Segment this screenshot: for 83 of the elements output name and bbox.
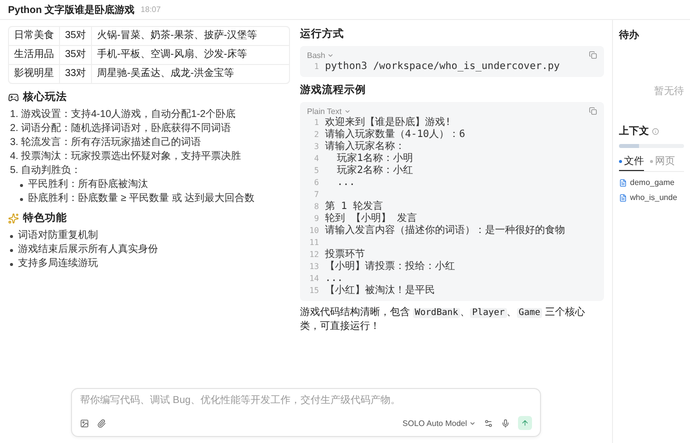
list-item: 卧底胜利：卧底数量 ≥ 平民数量 或 达到最大回合数 [28, 193, 255, 205]
bullet-icon [20, 184, 23, 186]
bullet-icon [20, 198, 23, 200]
section-heading: 运行方式 [300, 28, 344, 41]
code-line: 轮到 【小明】 发言 [325, 213, 418, 224]
copy-icon[interactable] [589, 51, 597, 59]
gamepad-icon [8, 92, 19, 103]
bullet-icon [10, 248, 13, 252]
section-heading: 核心玩法 [23, 91, 67, 104]
window-title: Python 文字版谁是卧底游戏 [8, 3, 135, 16]
panel-title: 上下文 [619, 124, 684, 138]
code-line: 请输入发言内容（描述你的词语）：是一种很好的食物 [325, 225, 565, 237]
list-item: 4. 投票淘汰：玩家投票选出怀疑对象，支持平票决胜 [10, 151, 242, 163]
line-number: 10 [308, 225, 319, 237]
bullet-icon [10, 234, 13, 238]
attach-icon[interactable] [97, 418, 106, 428]
list-item: 5. 自动判胜负： [10, 165, 82, 177]
code-line: 请输入玩家数量（4-10人）：6 [325, 129, 466, 140]
table-cell-text: 周星驰-吴孟达、成龙-洪金宝等 [96, 66, 235, 81]
code-line: 投票环节 [325, 249, 365, 260]
line-number: 4 [313, 153, 319, 165]
line-number: 6 [313, 177, 319, 189]
list-item: 平民胜利：所有卧底被淘汰 [28, 179, 148, 191]
section-heading: 游戏流程示例 [300, 84, 366, 97]
panel-title: 待办 [619, 28, 640, 42]
code-line: 玩家1名称：小明 [336, 153, 414, 164]
code-line: 玩家2名称：小红 [336, 165, 414, 177]
table-cell: 日常美食 [9, 27, 60, 46]
timestamp: 18:07 [140, 5, 161, 14]
line-number: 3 [313, 141, 319, 153]
table-cell: 生活用品 [9, 46, 60, 65]
file-icon [619, 194, 627, 202]
caret-icon [344, 108, 351, 114]
table-cell: 35对 [60, 27, 92, 46]
line-number: 5 [313, 165, 319, 177]
line-number: 15 [308, 285, 319, 297]
caret-icon [327, 52, 334, 58]
bullet-icon [10, 262, 13, 266]
empty-state-text: 暂无待 [654, 84, 684, 98]
table-cell: 33对 [60, 65, 92, 83]
line-number: 2 [313, 129, 319, 141]
list-item: 1. 游戏设置：支持4-10人游戏，自动分配1-2个卧底 [10, 109, 237, 121]
line-number: 13 [308, 261, 319, 273]
sparkle-icon [8, 213, 19, 224]
code-line: ... [336, 177, 356, 189]
settings-icon[interactable] [484, 418, 493, 428]
table-cell: 手机-平板、空调-风扇、沙发-床等 [92, 46, 289, 65]
line-number: 8 [313, 201, 319, 213]
code-line: ... [325, 273, 344, 284]
code-line: 欢迎来到【谁是卧底】游戏! [325, 117, 452, 128]
code-line: python3 /workspace/who_is_undercover.py [325, 61, 560, 73]
list-item: 游戏结束后展示所有人真实身份 [18, 244, 158, 256]
copy-icon[interactable] [589, 107, 597, 115]
line-number: 1 [313, 117, 319, 129]
info-icon[interactable] [652, 128, 659, 134]
line-number: 7 [313, 189, 319, 201]
panel-tab[interactable]: 文件 [619, 154, 644, 171]
list-item: 词语对防重复机制 [18, 230, 98, 242]
model-selector[interactable]: SOLO Auto Model [402, 418, 476, 428]
section-heading: 特色功能 [23, 212, 67, 225]
code-line: 第 1 轮发言 [325, 201, 384, 212]
line-number: 1 [313, 61, 319, 73]
line-number: 11 [308, 237, 319, 249]
file-name[interactable]: who_is_unde [630, 193, 678, 202]
list-item: 3. 轮流发言：所有存活玩家描述自己的词语 [10, 137, 202, 149]
file-icon [619, 178, 627, 186]
list-item: 支持多局连续游玩 [18, 258, 98, 270]
table-cell: 影视明星 [9, 65, 60, 83]
arrow-up-icon [521, 419, 529, 427]
image-icon[interactable] [80, 418, 89, 428]
list-item: 2. 词语分配：随机选择词语对，卧底获得不同词语 [10, 123, 232, 135]
summary-text: 游戏代码结构清晰，包含 WordBank 、 Player 、 Game 三个核心类，可直接运行！ [300, 306, 586, 333]
code-line: 【小红】被淘汰！是平民 [325, 285, 435, 297]
table-cell: 火锅-冒菜、奶茶-果茶、披萨-汉堡等 [92, 27, 289, 46]
line-number: 9 [313, 213, 319, 225]
line-number: 12 [308, 249, 319, 261]
code-line: 【小明】请投票：投给：小红 [325, 261, 455, 273]
code-line: 请输入玩家名称： [325, 141, 405, 152]
caret-icon [469, 420, 476, 426]
file-name[interactable]: demo_game [630, 178, 674, 187]
line-number: 14 [308, 273, 319, 285]
microphone-icon[interactable] [501, 418, 510, 428]
table-cell: 35对 [60, 46, 92, 65]
